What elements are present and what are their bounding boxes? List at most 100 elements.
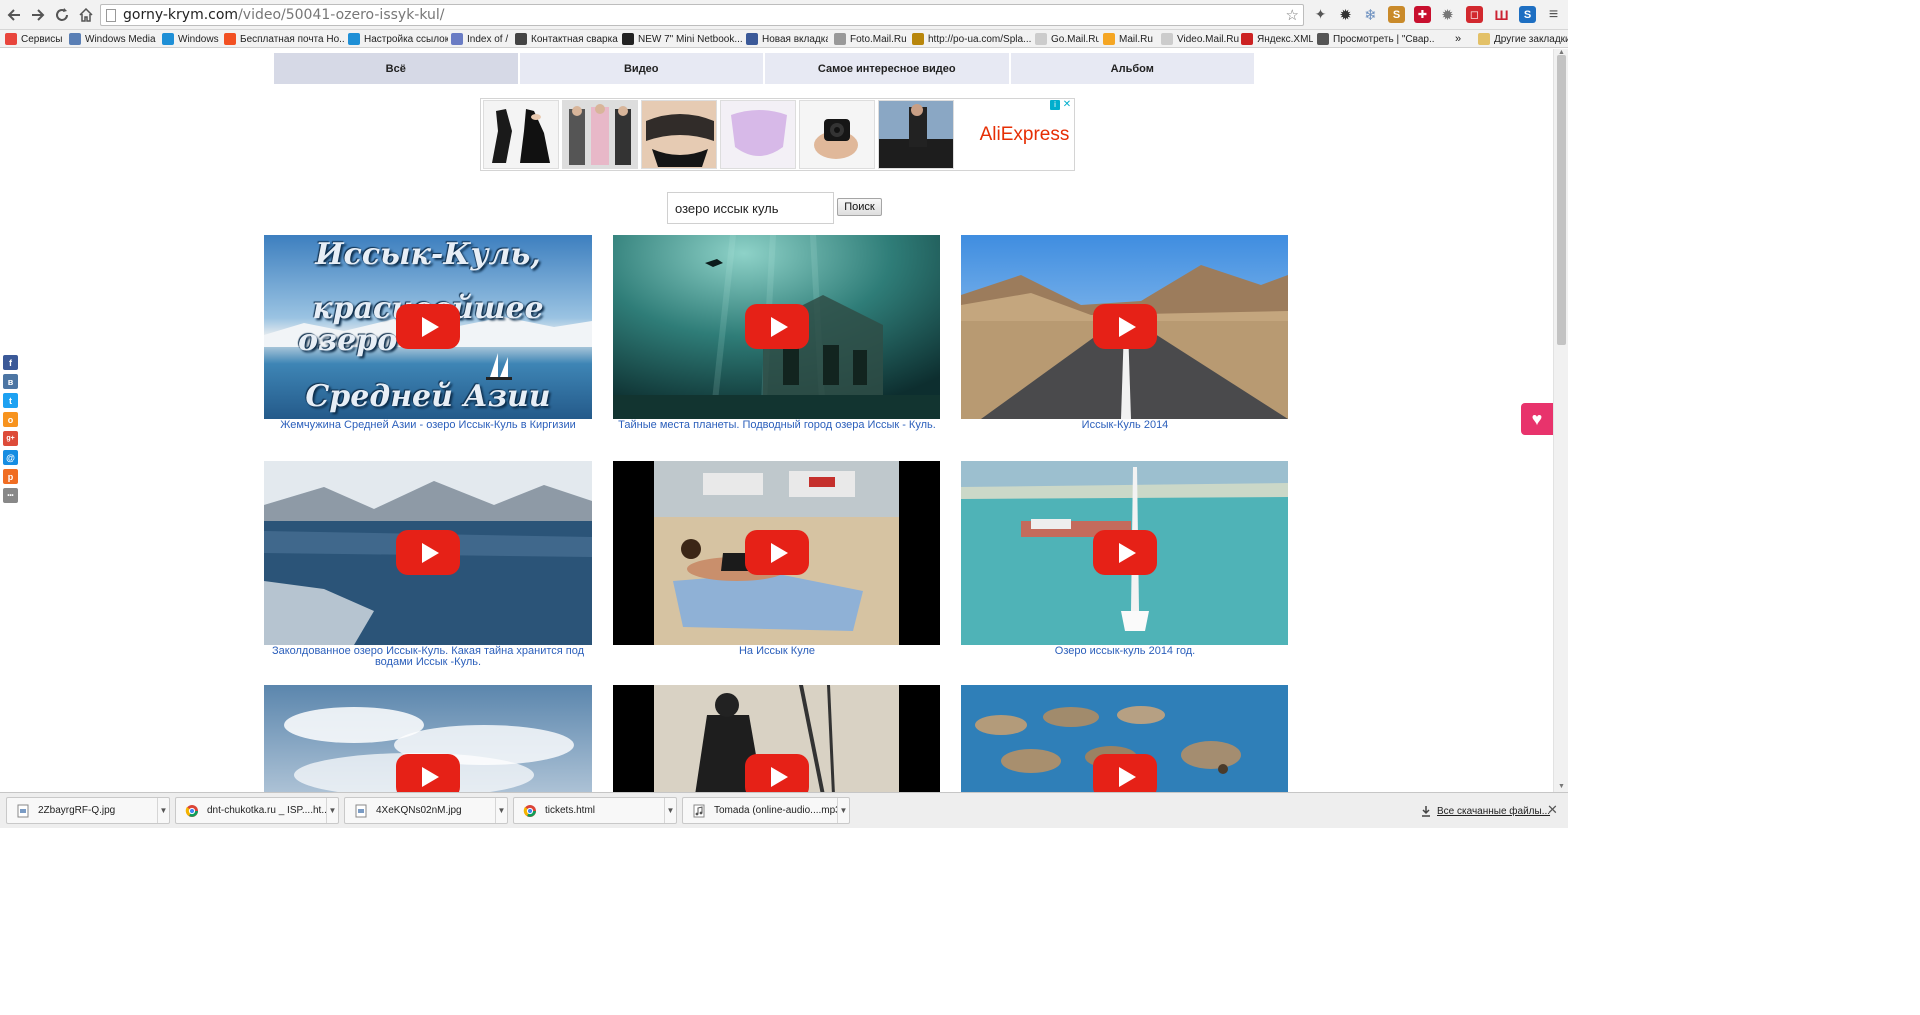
download-item[interactable]: Tomada (online-audio....mp3 ▼	[682, 797, 850, 824]
ad-product-image[interactable]	[641, 100, 717, 169]
chevron-down-icon[interactable]: ▼	[326, 798, 338, 823]
google-plus-icon[interactable]: g+	[3, 431, 18, 446]
bookmark-favicon	[515, 33, 527, 45]
play-button-icon[interactable]	[396, 754, 460, 792]
chevron-down-icon[interactable]: ▼	[495, 798, 507, 823]
video-title-link[interactable]: Тайные места планеты. Подводный город оз…	[613, 420, 941, 431]
bookmark-item[interactable]: http://po-ua.com/Spla...	[912, 31, 1040, 47]
video-thumbnail[interactable]	[613, 685, 941, 792]
ad-product-image[interactable]	[878, 100, 954, 169]
ad-close-icon[interactable]: ✕	[1062, 100, 1072, 110]
video-title-link[interactable]: Заколдованное озеро Иссык-Куль. Какая та…	[264, 646, 592, 668]
odnoklassniki-icon[interactable]: о	[3, 412, 18, 427]
video-thumbnail[interactable]	[961, 685, 1289, 792]
home-icon[interactable]	[76, 5, 96, 25]
play-button-icon[interactable]	[745, 754, 809, 792]
tab-most-interesting-video[interactable]: Самое интересное видео	[765, 53, 1009, 84]
bookmark-item[interactable]: Mail.Ru	[1103, 31, 1163, 47]
search-input[interactable]	[667, 192, 834, 224]
extension-vk-icon[interactable]: S	[1388, 6, 1405, 23]
bookmark-item[interactable]: Windows Media	[69, 31, 159, 47]
chevron-down-icon[interactable]: ▼	[837, 798, 849, 823]
bookmark-item[interactable]: Windows	[162, 31, 220, 47]
scrollbar-thumb[interactable]	[1557, 55, 1566, 345]
ad-product-image[interactable]	[720, 100, 796, 169]
bookmark-item[interactable]: Бесплатная почта Ho...	[224, 31, 344, 47]
video-title-link[interactable]: Озеро иссык-куль 2014 год.	[961, 646, 1289, 657]
chevron-down-icon[interactable]: ▼	[157, 798, 169, 823]
bookmark-item[interactable]: Video.Mail.Ru	[1161, 31, 1239, 47]
video-title-link[interactable]: Жемчужина Средней Азии - озеро Иссык-Кул…	[264, 420, 592, 431]
video-title-link[interactable]: Иссык-Куль 2014	[961, 420, 1289, 431]
download-item[interactable]: tickets.html ▼	[513, 797, 677, 824]
bookmark-item[interactable]: Сервисы	[5, 31, 67, 47]
bookmark-item[interactable]: Go.Mail.Ru	[1035, 31, 1099, 47]
play-button-icon[interactable]	[1093, 754, 1157, 792]
heart-icon[interactable]: ♥	[1521, 403, 1553, 435]
video-thumbnail[interactable]	[613, 235, 941, 419]
ad-product-image[interactable]	[799, 100, 875, 169]
vk-icon[interactable]: в	[3, 374, 18, 389]
more-icon[interactable]: •••	[3, 488, 18, 503]
extension-red-icon[interactable]: ◻	[1466, 6, 1483, 23]
aliexpress-logo[interactable]: AliExpress	[975, 101, 1074, 169]
bookmark-item[interactable]: Яндекс.XML	[1241, 31, 1313, 47]
mail-icon[interactable]: @	[3, 450, 18, 465]
ad-product-image[interactable]	[483, 100, 559, 169]
ad-product-image[interactable]	[562, 100, 638, 169]
facebook-icon[interactable]: f	[3, 355, 18, 370]
bookmark-star-icon[interactable]: ☆	[1286, 6, 1299, 24]
video-thumbnail[interactable]	[264, 461, 592, 645]
extension-flag-icon[interactable]: ✚	[1414, 6, 1431, 23]
tab-all[interactable]: Всё	[274, 53, 518, 84]
play-button-icon[interactable]	[396, 304, 460, 349]
video-thumbnail[interactable]	[613, 461, 941, 645]
video-thumbnail[interactable]: Иссык-Куль, красивейшее озеро Средней Аз…	[264, 235, 592, 419]
video-thumbnail[interactable]	[264, 685, 592, 792]
page-scrollbar[interactable]: ▲ ▼	[1553, 49, 1568, 792]
play-button-icon[interactable]	[745, 530, 809, 575]
extension-gear-icon[interactable]: ✹	[1337, 6, 1354, 24]
bookmark-item[interactable]: Foto.Mail.Ru	[834, 31, 908, 47]
other-bookmarks[interactable]: Другие закладки	[1478, 31, 1568, 47]
bookmark-item[interactable]: Контактная сварка |	[515, 31, 619, 47]
livejournal-icon[interactable]: p	[3, 469, 18, 484]
video-title-link[interactable]: На Иссык Куле	[613, 646, 941, 657]
extension-settings-icon[interactable]: ✹	[1439, 6, 1456, 24]
video-thumbnail[interactable]	[961, 235, 1289, 419]
all-downloads-link[interactable]: Все скачанные файлы...	[1420, 805, 1550, 817]
forward-icon[interactable]	[28, 5, 48, 25]
extension-blue-icon[interactable]: S	[1519, 6, 1536, 23]
menu-icon[interactable]: ≡	[1545, 6, 1562, 23]
play-button-icon[interactable]	[1093, 304, 1157, 349]
video-thumbnail[interactable]	[961, 461, 1289, 645]
back-icon[interactable]	[4, 5, 24, 25]
tab-album[interactable]: Альбом	[1010, 53, 1254, 84]
chevron-down-icon[interactable]: ▼	[664, 798, 676, 823]
bookmark-item[interactable]: Настройка ссылок	[348, 31, 448, 47]
bookmark-item[interactable]: NEW 7" Mini Netbook...	[622, 31, 742, 47]
reload-icon[interactable]	[52, 5, 72, 25]
extension-snowflake-icon[interactable]: ❄	[1362, 6, 1379, 24]
ad-banner[interactable]: AliExpress i ✕	[480, 98, 1075, 171]
address-bar[interactable]: gorny-krym.com/video/50041-ozero-issyk-k…	[100, 4, 1304, 26]
tab-video[interactable]: Видео	[519, 53, 763, 84]
search-button[interactable]: Поиск	[837, 198, 882, 216]
address-url: gorny-krym.com/video/50041-ozero-issyk-k…	[123, 7, 445, 23]
play-button-icon[interactable]	[1093, 530, 1157, 575]
close-icon[interactable]: ✕	[1547, 802, 1558, 818]
scroll-down-icon[interactable]: ▼	[1558, 783, 1565, 790]
bookmark-item[interactable]: Новая вкладка	[746, 31, 828, 47]
download-item[interactable]: 4XeKQNs02nM.jpg ▼	[344, 797, 508, 824]
bookmarks-overflow-button[interactable]: »	[1455, 31, 1467, 47]
twitter-icon[interactable]: t	[3, 393, 18, 408]
play-button-icon[interactable]	[745, 304, 809, 349]
download-item[interactable]: 2ZbayrgRF-Q.jpg ▼	[6, 797, 170, 824]
bookmark-item[interactable]: Index of /	[451, 31, 511, 47]
download-item[interactable]: dnt-chukotka.ru _ ISP....ht... ▼	[175, 797, 339, 824]
play-button-icon[interactable]	[396, 530, 460, 575]
bookmark-item[interactable]: Просмотреть | "Свар...	[1317, 31, 1435, 47]
extension-puzzle-icon[interactable]: ✦	[1312, 6, 1329, 23]
extension-cart-icon[interactable]: Ш	[1493, 6, 1510, 23]
ad-info-icon[interactable]: i	[1050, 100, 1060, 110]
